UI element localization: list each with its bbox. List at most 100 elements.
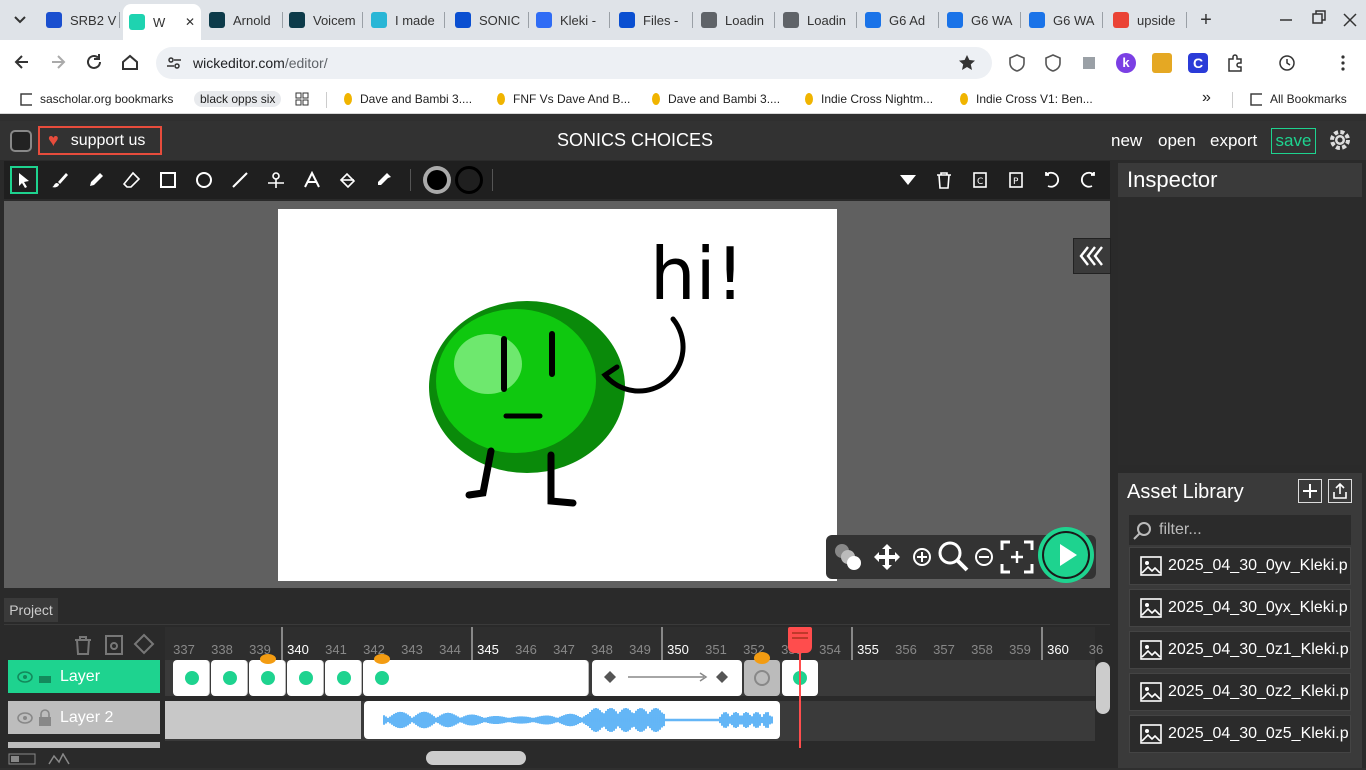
frame-cell[interactable] — [211, 660, 248, 696]
extension-game-icon[interactable] — [1152, 53, 1172, 73]
extension-k-icon[interactable]: k — [1116, 53, 1136, 73]
frame-cell[interactable] — [363, 654, 589, 696]
bookmark-indie-cross-night[interactable]: Indie Cross Nightm... — [805, 92, 933, 106]
tween-frame[interactable] — [592, 660, 742, 696]
zoom-out-icon[interactable] — [972, 545, 996, 574]
browser-tab[interactable]: I made — [365, 6, 445, 34]
frame-number[interactable]: 346 — [507, 642, 545, 657]
browser-tab[interactable]: G6 WA — [1023, 6, 1103, 34]
frame-number[interactable]: 360 — [1039, 642, 1077, 657]
layer-row-active[interactable]: Layer — [8, 660, 160, 693]
pan-icon[interactable] — [872, 542, 902, 577]
ellipse-tool-icon[interactable] — [190, 166, 218, 194]
browser-tab[interactable]: SRB2 V — [40, 6, 120, 34]
audio-waveform-toggle-icon[interactable] — [48, 752, 70, 765]
zoom-icon[interactable] — [936, 539, 970, 578]
bookmark-black-opps[interactable]: black opps six — [194, 91, 282, 107]
stroke-color-swatch[interactable] — [455, 166, 483, 194]
cursor-tool-icon[interactable] — [10, 166, 38, 194]
frame-number[interactable]: 338 — [203, 642, 241, 657]
frame-number[interactable]: 347 — [545, 642, 583, 657]
close-tab-icon[interactable]: ✕ — [185, 15, 195, 29]
asset-filter-input[interactable]: filter... — [1129, 515, 1351, 545]
frame-number[interactable]: 341 — [317, 642, 355, 657]
asset-item[interactable]: 2025_04_30_0z5_Kleki.p — [1129, 715, 1351, 753]
frame-cell[interactable] — [287, 660, 324, 696]
frame-cell[interactable] — [173, 660, 210, 696]
copy-icon[interactable]: C — [966, 166, 994, 194]
frame-number[interactable]: 344 — [431, 642, 469, 657]
all-bookmarks-button[interactable]: All Bookmarks — [1250, 92, 1347, 106]
project-tab[interactable]: Project — [4, 598, 58, 622]
visibility-eye-icon[interactable] — [17, 670, 33, 684]
frame-number[interactable]: 348 — [583, 642, 621, 657]
frame-number[interactable]: 337 — [165, 642, 203, 657]
new-button[interactable]: new — [1111, 131, 1142, 151]
frame-number[interactable]: 355 — [849, 642, 887, 657]
open-button[interactable]: open — [1158, 131, 1196, 151]
history-icon[interactable] — [1278, 54, 1296, 77]
undo-icon[interactable] — [1038, 166, 1066, 194]
apps-grid-icon[interactable] — [295, 92, 309, 106]
frame-number[interactable]: 354 — [811, 642, 849, 657]
save-button[interactable]: save — [1271, 128, 1316, 154]
browser-tab[interactable]: SONIC — [449, 6, 529, 34]
brush-tool-icon[interactable] — [46, 166, 74, 194]
export-button[interactable]: export — [1210, 131, 1257, 151]
close-window-icon[interactable] — [1340, 10, 1360, 30]
wick-logo-icon[interactable] — [10, 130, 32, 152]
bookmark-star-icon[interactable] — [958, 54, 976, 77]
play-button[interactable] — [1038, 527, 1094, 583]
extension-shield-2-icon[interactable] — [1044, 54, 1062, 77]
pencil-tool-icon[interactable] — [82, 166, 110, 194]
site-info-icon[interactable] — [166, 55, 182, 76]
visibility-eye-icon[interactable] — [17, 711, 33, 725]
bookmark-sascholar[interactable]: sascholar.org bookmarks — [20, 92, 173, 106]
browser-tab[interactable]: Loadin — [695, 6, 775, 34]
layer-row[interactable]: Layer 2 — [8, 701, 160, 734]
frame-cell[interactable] — [249, 654, 286, 696]
lock-icon[interactable] — [38, 709, 52, 727]
frame-cell-selected[interactable] — [744, 652, 780, 696]
asset-item[interactable]: 2025_04_30_0yx_Kleki.p — [1129, 589, 1351, 627]
address-bar[interactable]: wickeditor.com/editor/ — [156, 47, 992, 79]
browser-tab[interactable]: Arnold — [203, 6, 283, 34]
redo-icon[interactable] — [1074, 166, 1102, 194]
asset-item[interactable]: 2025_04_30_0z2_Kleki.p — [1129, 673, 1351, 711]
bookmark-dave-bambi-1[interactable]: Dave and Bambi 3.... — [344, 92, 472, 106]
frame-number[interactable]: 340 — [279, 642, 317, 657]
collapse-panel-icon[interactable] — [1073, 238, 1111, 274]
support-us-button[interactable]: ♥ support us — [38, 126, 162, 155]
more-options-chevron-icon[interactable] — [894, 166, 922, 194]
lock-icon[interactable] — [38, 670, 52, 684]
reload-icon[interactable] — [84, 52, 104, 77]
browser-tab[interactable]: Loadin — [777, 6, 857, 34]
frame-size-icon[interactable] — [8, 752, 36, 765]
browser-tab[interactable]: G6 Ad — [859, 6, 939, 34]
bookmark-indie-cross-v1[interactable]: Indie Cross V1: Ben... — [960, 92, 1093, 106]
frame-number[interactable]: 345 — [469, 642, 507, 657]
frame-number[interactable]: 36 — [1077, 642, 1115, 657]
frame-number[interactable]: 351 — [697, 642, 735, 657]
add-keyframe-icon[interactable] — [133, 633, 155, 660]
line-tool-icon[interactable] — [226, 166, 254, 194]
audio-frame[interactable] — [364, 701, 780, 739]
timeline-vertical-scrollbar[interactable] — [1096, 662, 1110, 714]
export-asset-icon[interactable] — [1328, 479, 1352, 503]
add-audio-layer-icon[interactable] — [104, 634, 124, 661]
frame-number[interactable]: 359 — [1001, 642, 1039, 657]
frame-number[interactable]: 356 — [887, 642, 925, 657]
frame-number[interactable]: 343 — [393, 642, 431, 657]
fill-color-swatch[interactable] — [423, 166, 451, 194]
asset-item[interactable]: 2025_04_30_0yv_Kleki.p — [1129, 547, 1351, 585]
back-icon[interactable] — [12, 52, 32, 77]
empty-frame-span[interactable] — [165, 701, 361, 739]
delete-icon[interactable] — [930, 166, 958, 194]
browser-menu-icon[interactable] — [1336, 54, 1350, 77]
onion-skin-icon[interactable] — [832, 541, 864, 578]
fit-screen-icon[interactable] — [1000, 540, 1034, 579]
browser-tab[interactable]: Voicem — [283, 6, 363, 34]
timeline-horizontal-scrollbar[interactable] — [426, 751, 526, 765]
stage-canvas[interactable]: hi! — [278, 209, 837, 581]
extension-cube-icon[interactable] — [1080, 54, 1098, 77]
